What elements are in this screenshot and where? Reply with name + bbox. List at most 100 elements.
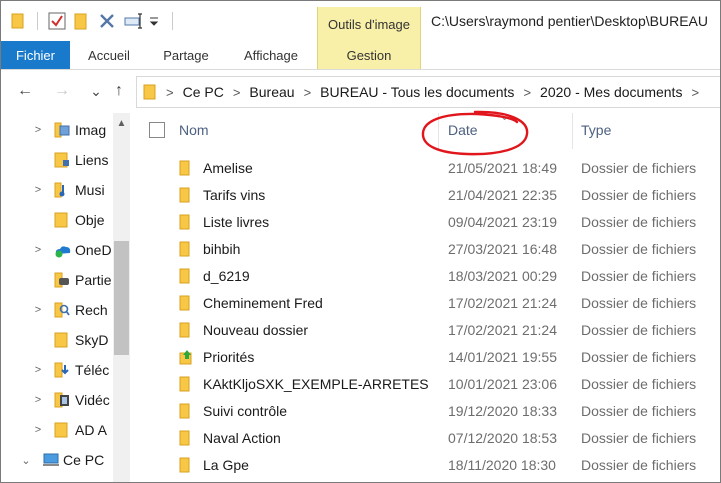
- sidebar-item-label: Téléc: [75, 362, 110, 378]
- list-item[interactable]: Liste livres 09/04/2021 23:19 Dossier de…: [132, 209, 720, 236]
- folder-icon: [179, 187, 195, 203]
- file-date: 17/02/2021 21:24: [448, 322, 557, 338]
- column-header-type[interactable]: Type: [581, 122, 611, 138]
- file-date: 27/03/2021 16:48: [448, 241, 557, 257]
- tab-home[interactable]: Accueil: [79, 41, 139, 69]
- up-arrow-icon[interactable]: ↑: [108, 80, 130, 102]
- breadcrumb-separator-icon[interactable]: >: [304, 85, 312, 100]
- list-item[interactable]: bihbih 27/03/2021 16:48 Dossier de fichi…: [132, 236, 720, 263]
- scrollbar-thumb[interactable]: [114, 241, 129, 355]
- file-name: Nouveau dossier: [203, 322, 309, 338]
- delete-x-icon[interactable]: [98, 12, 116, 30]
- collapse-chevron-icon[interactable]: ⌄: [19, 454, 33, 467]
- sidebar-scrollbar[interactable]: ▲: [113, 113, 130, 482]
- navigation-pane: > Imag Liens > Musi Obje > OneD Partie >…: [1, 113, 131, 482]
- sidebar-item-label: Ce PC: [63, 452, 105, 468]
- sidebar-item-this-pc[interactable]: ⌄ Ce PC: [1, 445, 113, 475]
- sidebar-item-searches[interactable]: > Rech: [1, 295, 113, 325]
- saved-games-icon: [54, 272, 70, 288]
- file-type: Dossier de fichiers: [581, 322, 697, 338]
- sidebar-item-ad-a[interactable]: > AD A: [1, 415, 113, 445]
- navigation-bar: ← → ⌄ ↑ > Ce PC > Bureau > BUREAU - Tous…: [1, 70, 720, 112]
- folder-icon[interactable]: [11, 13, 27, 29]
- file-type: Dossier de fichiers: [581, 214, 697, 230]
- new-folder-icon[interactable]: [74, 12, 90, 30]
- sidebar-item-onedrive[interactable]: > OneD: [1, 235, 113, 265]
- column-header-name[interactable]: Nom: [179, 122, 209, 138]
- file-date: 10/01/2021 23:06: [448, 376, 557, 392]
- breadcrumb-bureau[interactable]: Bureau: [249, 84, 294, 100]
- expand-chevron-icon[interactable]: >: [31, 184, 45, 196]
- tab-file[interactable]: Fichier: [1, 41, 70, 69]
- file-date: 18/03/2021 00:29: [448, 268, 557, 284]
- sidebar-item-saved-games[interactable]: Partie: [1, 265, 113, 295]
- breadcrumb-ce-pc[interactable]: Ce PC: [183, 84, 224, 100]
- file-type: Dossier de fichiers: [581, 376, 697, 392]
- column-divider[interactable]: [572, 113, 573, 149]
- expand-chevron-icon[interactable]: >: [31, 424, 45, 436]
- tab-view[interactable]: Affichage: [233, 41, 309, 69]
- breadcrumb-separator-icon[interactable]: >: [233, 85, 241, 100]
- file-date: 17/02/2021 21:24: [448, 295, 557, 311]
- sidebar-item-label: Vidéc: [75, 392, 110, 408]
- tab-manage[interactable]: Gestion: [317, 41, 421, 69]
- list-item[interactable]: Cheminement Fred 17/02/2021 21:24 Dossie…: [132, 290, 720, 317]
- folder-icon: [179, 457, 195, 473]
- column-header-date[interactable]: Date: [448, 122, 478, 138]
- breadcrumb-bureau-tous-documents[interactable]: BUREAU - Tous les documents: [320, 84, 514, 100]
- file-name: KAktKljoSXK_EXEMPLE-ARRETES: [203, 376, 429, 392]
- list-item[interactable]: Nouveau dossier 17/02/2021 21:24 Dossier…: [132, 317, 720, 344]
- list-item[interactable]: Tarifs vins 21/04/2021 22:35 Dossier de …: [132, 182, 720, 209]
- properties-check-icon[interactable]: [48, 12, 66, 30]
- folder-icon: [179, 403, 195, 419]
- sidebar-item-objects[interactable]: Obje: [1, 205, 113, 235]
- breadcrumb-separator-icon[interactable]: >: [691, 85, 699, 100]
- file-name: Suivi contrôle: [203, 403, 288, 419]
- sidebar-item-label: SkyD: [75, 332, 109, 348]
- select-all-checkbox[interactable]: [149, 122, 165, 138]
- expand-chevron-icon[interactable]: >: [31, 244, 45, 256]
- tab-share[interactable]: Partage: [153, 41, 219, 69]
- list-item[interactable]: Suivi contrôle 19/12/2020 18:33 Dossier …: [132, 398, 720, 425]
- breadcrumb-separator-icon[interactable]: >: [166, 85, 174, 100]
- file-name: Tarifs vins: [203, 187, 266, 203]
- sidebar-item-label: Musi: [75, 182, 105, 198]
- customize-dropdown-icon[interactable]: [148, 12, 160, 30]
- forward-arrow-icon[interactable]: →: [51, 80, 73, 102]
- folder-icon: [179, 295, 195, 311]
- breadcrumb-separator-icon[interactable]: >: [523, 85, 531, 100]
- file-date: 21/05/2021 18:49: [448, 160, 557, 176]
- sidebar-item-links[interactable]: Liens: [1, 145, 113, 175]
- column-divider[interactable]: [438, 113, 439, 149]
- expand-chevron-icon[interactable]: >: [31, 394, 45, 406]
- window-title: C:\Users\raymond pentier\Desktop\BUREAU: [431, 13, 708, 29]
- sidebar-item-skydrive[interactable]: SkyD: [1, 325, 113, 355]
- expand-chevron-icon[interactable]: >: [31, 124, 45, 136]
- sidebar-item-music[interactable]: > Musi: [1, 175, 113, 205]
- rename-icon[interactable]: [124, 12, 144, 30]
- scroll-up-arrow-icon[interactable]: ▲: [113, 113, 130, 133]
- sort-descending-chevron-icon: ⌄: [500, 111, 510, 123]
- links-icon: [54, 152, 70, 168]
- title-bar: Outils d'image C:\Users\raymond pentier\…: [1, 1, 720, 41]
- sidebar-item-downloads[interactable]: > Téléc: [1, 355, 113, 385]
- list-item[interactable]: La Gpe 18/11/2020 18:30 Dossier de fichi…: [132, 452, 720, 479]
- file-date: 19/12/2020 18:33: [448, 403, 557, 419]
- back-arrow-icon[interactable]: ←: [14, 80, 36, 102]
- file-name: La Gpe: [203, 457, 249, 473]
- list-item[interactable]: d_6219 18/03/2021 00:29 Dossier de fichi…: [132, 263, 720, 290]
- list-item[interactable]: KAktKljoSXK_EXEMPLE-ARRETES 10/01/2021 2…: [132, 371, 720, 398]
- expand-chevron-icon[interactable]: >: [31, 364, 45, 376]
- recent-locations-chevron-icon[interactable]: ⌄: [85, 80, 107, 102]
- folder-up-arrow-icon: [179, 349, 195, 365]
- expand-chevron-icon[interactable]: >: [31, 304, 45, 316]
- breadcrumb-2020-mes-documents[interactable]: 2020 - Mes documents: [540, 84, 682, 100]
- address-bar[interactable]: > Ce PC > Bureau > BUREAU - Tous les doc…: [136, 76, 720, 108]
- list-item[interactable]: Naval Action 07/12/2020 18:53 Dossier de…: [132, 425, 720, 452]
- ribbon-tabs: Fichier Accueil Partage Affichage Gestio…: [1, 41, 720, 70]
- list-item[interactable]: Priorités 14/01/2021 19:55 Dossier de fi…: [132, 344, 720, 371]
- videos-icon: [54, 392, 70, 408]
- list-item[interactable]: Amelise 21/05/2021 18:49 Dossier de fich…: [132, 155, 720, 182]
- sidebar-item-images[interactable]: > Imag: [1, 115, 113, 145]
- sidebar-item-videos[interactable]: > Vidéc: [1, 385, 113, 415]
